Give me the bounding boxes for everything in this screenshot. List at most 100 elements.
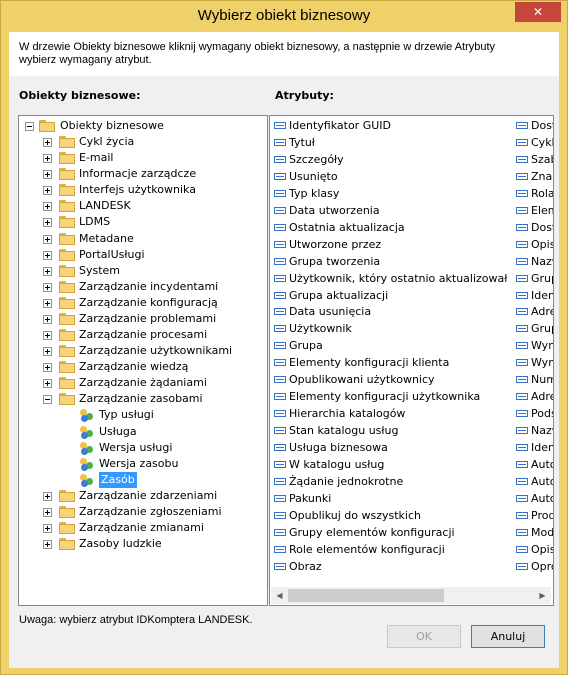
expand-toggle-icon[interactable] — [43, 491, 52, 501]
attribute-item-col2[interactable]: Opis — [516, 541, 553, 558]
attribute-item[interactable]: Szczegóły — [270, 151, 512, 168]
ok-button[interactable]: OK — [387, 625, 461, 648]
expand-toggle-icon[interactable] — [43, 363, 52, 373]
attribute-item-col2[interactable]: Grup — [516, 270, 553, 287]
tree-root-node[interactable]: Obiekty biznesowe — [19, 118, 267, 134]
attribute-item[interactable]: Żądanie jednokrotne — [270, 473, 512, 490]
close-button[interactable]: ✕ — [515, 2, 561, 22]
attribute-item-col2[interactable]: Auto — [516, 473, 553, 490]
attribute-item-col2[interactable]: Rolal — [516, 185, 553, 202]
attribute-item-col2[interactable]: Opis — [516, 236, 553, 253]
attribute-item[interactable]: Grupa — [270, 337, 512, 354]
expand-toggle-icon[interactable] — [43, 507, 52, 517]
attribute-item[interactable]: Elementy konfiguracji klienta — [270, 354, 512, 371]
tree-child-node[interactable]: Typ usługi — [19, 407, 267, 423]
expand-toggle-icon[interactable] — [43, 202, 52, 212]
tree-node[interactable]: System — [19, 263, 267, 279]
attribute-item[interactable]: Elementy konfiguracji użytkownika — [270, 388, 512, 405]
tree-node[interactable]: Cykl życia — [19, 134, 267, 150]
tree-child-node[interactable]: Usługa — [19, 424, 267, 440]
business-objects-tree[interactable]: Obiekty biznesowe Cykl życia E-mail Informa… — [18, 115, 268, 606]
tree-node[interactable]: Metadane — [19, 231, 267, 247]
expand-toggle-icon[interactable] — [43, 379, 52, 389]
tree-node[interactable]: Informacje zarządcze — [19, 166, 267, 182]
tree-node[interactable]: Zarządzanie zdarzeniami — [19, 488, 267, 504]
attribute-item-col2[interactable]: Nazw — [516, 422, 553, 439]
attribute-item[interactable]: Data usunięcia — [270, 303, 512, 320]
tree-node[interactable]: Zarządzanie użytkownikami — [19, 343, 267, 359]
attribute-item-col2[interactable]: Szab — [516, 151, 553, 168]
attribute-item[interactable]: Stan katalogu usług — [270, 422, 512, 439]
attribute-item-col2[interactable]: Mode — [516, 524, 553, 541]
attribute-item[interactable]: Pakunki — [270, 490, 512, 507]
attribute-item-col2[interactable]: Iden — [516, 287, 553, 304]
expand-toggle-icon[interactable] — [43, 186, 52, 196]
expand-toggle-icon[interactable] — [43, 347, 52, 357]
attribute-item[interactable]: Usunięto — [270, 168, 512, 185]
attribute-item-col2[interactable]: Dost — [516, 117, 553, 134]
attribute-item[interactable]: Hierarchia katalogów — [270, 405, 512, 422]
expand-toggle-icon[interactable] — [43, 218, 52, 228]
tree-child-node[interactable]: Wersja usługi — [19, 440, 267, 456]
expand-toggle-icon[interactable] — [43, 234, 52, 244]
scroll-right-arrow-icon[interactable]: ▶ — [534, 587, 551, 604]
tree-node[interactable]: Zarządzanie zgłoszeniami — [19, 504, 267, 520]
attribute-item-col2[interactable]: Adre — [516, 388, 553, 405]
expand-toggle-icon[interactable] — [43, 540, 52, 550]
expand-toggle-icon[interactable] — [43, 524, 52, 533]
attribute-item-col2[interactable]: Wym — [516, 354, 553, 371]
attribute-item-col2[interactable]: Nazw — [516, 253, 553, 270]
attribute-item[interactable]: Grupa aktualizacji — [270, 287, 512, 304]
attribute-item-col2[interactable]: Znac — [516, 168, 553, 185]
attribute-item-col2[interactable]: Pods — [516, 405, 553, 422]
tree-node[interactable]: LDMS — [19, 214, 267, 230]
tree-node[interactable]: Zarządzanie zasobami — [19, 391, 267, 407]
attribute-item[interactable]: Grupa tworzenia — [270, 253, 512, 270]
tree-node[interactable]: E-mail — [19, 150, 267, 166]
tree-child-node[interactable]: Wersja zasobu — [19, 456, 267, 472]
tree-node[interactable]: Zarządzanie zmianami — [19, 520, 267, 536]
title-bar[interactable]: Wybierz obiekt biznesowy ✕ — [1, 1, 567, 32]
tree-node[interactable]: Zarządzanie incydentami — [19, 279, 267, 295]
scrollbar-thumb[interactable] — [288, 589, 444, 602]
attribute-item-col2[interactable]: Cykl — [516, 134, 553, 151]
tree-node[interactable]: Zarządzanie żądaniami — [19, 375, 267, 391]
expand-toggle-icon[interactable] — [43, 170, 52, 180]
expand-toggle-icon[interactable] — [43, 282, 52, 292]
attribute-item[interactable]: Użytkownik, który ostatnio aktualizował — [270, 270, 512, 287]
expand-toggle-icon[interactable] — [43, 331, 52, 341]
attribute-item[interactable]: Użytkownik — [270, 320, 512, 337]
attribute-item[interactable]: Utworzone przez — [270, 236, 512, 253]
horizontal-scrollbar[interactable]: ◀ ▶ — [271, 587, 551, 604]
attribute-item-col2[interactable]: Num — [516, 371, 553, 388]
tree-node[interactable]: PortalUsługi — [19, 247, 267, 263]
attribute-item[interactable]: Typ klasy — [270, 185, 512, 202]
tree-node[interactable]: Zarządzanie wiedzą — [19, 359, 267, 375]
tree-node[interactable]: Zarządzanie konfiguracją — [19, 295, 267, 311]
attribute-item[interactable]: Data utworzenia — [270, 202, 512, 219]
expand-toggle-icon[interactable] — [43, 266, 52, 276]
attribute-item-col2[interactable]: Dost — [516, 219, 553, 236]
attribute-item-col2[interactable]: Oprc — [516, 558, 553, 575]
attribute-item-col2[interactable]: Adre — [516, 303, 553, 320]
tree-node[interactable]: LANDESK — [19, 198, 267, 214]
attribute-item[interactable]: Usługa biznesowa — [270, 439, 512, 456]
attribute-item-col2[interactable]: Prod — [516, 507, 553, 524]
tree-child-node[interactable]: Zasób — [19, 471, 267, 488]
expand-toggle-icon[interactable] — [43, 138, 52, 148]
scroll-left-arrow-icon[interactable]: ◀ — [271, 587, 288, 604]
attribute-item-col2[interactable]: Auto — [516, 456, 553, 473]
attribute-item-col2[interactable]: Elem — [516, 202, 553, 219]
attribute-item[interactable]: Tytuł — [270, 134, 512, 151]
attribute-item[interactable]: Grupy elementów konfiguracji — [270, 524, 512, 541]
attribute-item[interactable]: Obraz — [270, 558, 512, 575]
attribute-item[interactable]: Opublikuj do wszystkich — [270, 507, 512, 524]
tree-node[interactable]: Zarządzanie procesami — [19, 327, 267, 343]
attribute-item-col2[interactable]: Iden — [516, 439, 553, 456]
tree-node[interactable]: Interfejs użytkownika — [19, 182, 267, 198]
attribute-item[interactable]: Identyfikator GUID — [270, 117, 512, 134]
attribute-item[interactable]: Opublikowani użytkownicy — [270, 371, 512, 388]
collapse-toggle-icon[interactable] — [43, 395, 52, 405]
attribute-item[interactable]: Ostatnia aktualizacja — [270, 219, 512, 236]
expand-toggle-icon[interactable] — [43, 154, 52, 164]
